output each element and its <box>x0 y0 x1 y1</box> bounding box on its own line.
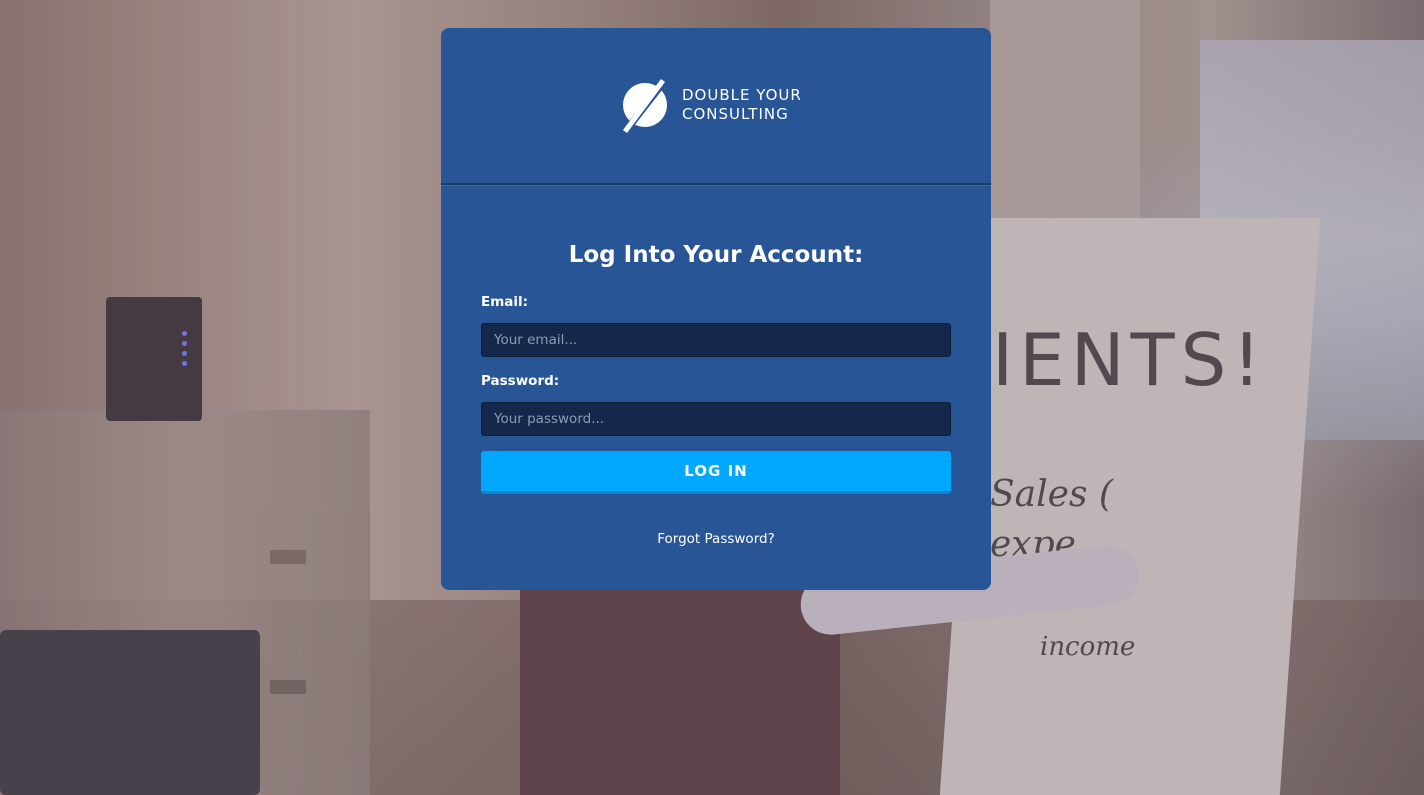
email-label: Email: <box>481 294 529 310</box>
logo-mark-icon <box>621 73 669 137</box>
forgot-password-link[interactable]: Forgot Password? <box>441 531 991 547</box>
brand-logo: DOUBLE YOUR CONSULTING <box>621 73 802 137</box>
password-label: Password: <box>481 373 560 389</box>
password-field[interactable] <box>481 402 951 436</box>
card-header: DOUBLE YOUR CONSULTING <box>441 28 991 184</box>
login-card: DOUBLE YOUR CONSULTING Log Into Your Acc… <box>441 28 991 590</box>
logo-line-2: CONSULTING <box>682 105 789 123</box>
email-field[interactable] <box>481 323 951 357</box>
logo-line-1: DOUBLE YOUR <box>682 86 802 104</box>
logo-wordmark: DOUBLE YOUR CONSULTING <box>682 86 802 124</box>
form-title: Log Into Your Account: <box>568 242 864 268</box>
header-divider <box>441 183 991 186</box>
login-button[interactable]: LOG IN <box>481 451 951 494</box>
